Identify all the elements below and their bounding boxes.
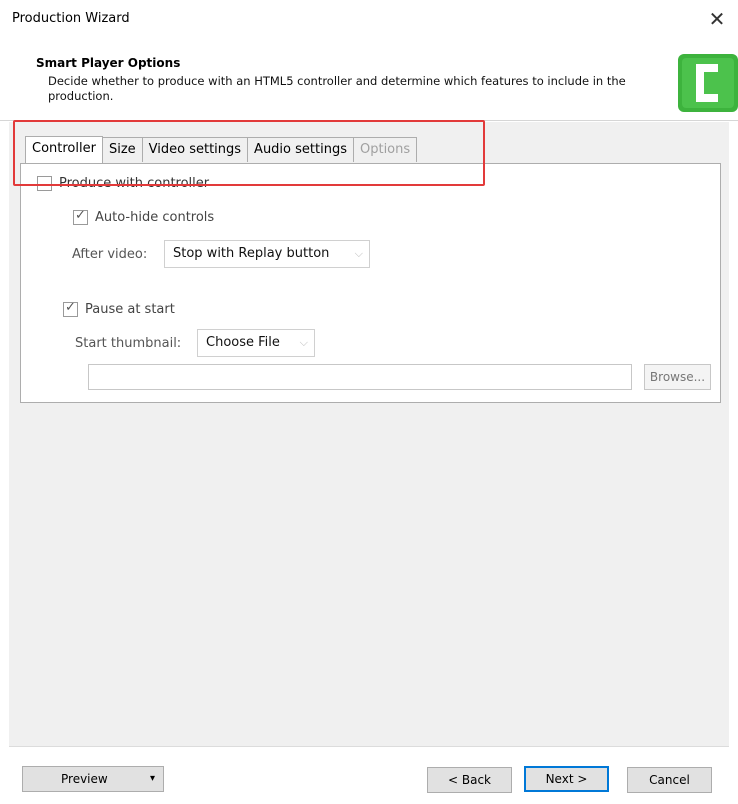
pause-at-start-row[interactable]: Pause at start [63,300,175,317]
page-description: Decide whether to produce with an HTML5 … [48,74,626,103]
footer-separator [9,746,729,747]
wizard-header: Smart Player Options Decide whether to p… [0,42,738,122]
window-title: Production Wizard [12,11,130,26]
close-icon[interactable]: ✕ [702,6,732,34]
start-thumbnail-value: Choose File [206,335,280,350]
start-thumbnail-dropdown[interactable]: Choose File ⌵ [197,329,315,357]
chevron-down-icon[interactable]: ▾ [150,767,155,791]
after-video-label: After video: [72,247,148,262]
chevron-down-icon: ⌵ [354,247,363,260]
after-video-value: Stop with Replay button [173,246,330,261]
back-button[interactable]: < Back [427,767,512,793]
start-thumbnail-label: Start thumbnail: [75,336,182,351]
chevron-down-icon: ⌵ [299,336,308,349]
auto-hide-checkbox[interactable] [73,208,88,225]
auto-hide-row[interactable]: Auto-hide controls [73,208,215,225]
cancel-button[interactable]: Cancel [627,767,712,793]
pause-at-start-label: Pause at start [85,302,175,317]
title-bar: Production Wizard ✕ [0,0,738,42]
camtasia-logo-icon [678,54,738,112]
auto-hide-label: Auto-hide controls [95,210,215,225]
preview-label: Preview [61,772,108,786]
browse-button[interactable]: Browse... [644,364,711,390]
after-video-dropdown[interactable]: Stop with Replay button ⌵ [164,240,370,268]
pause-at-start-checkbox[interactable] [63,300,78,317]
tab-highlight-annotation [13,120,485,186]
thumbnail-path-input[interactable] [88,364,632,390]
page-title: Smart Player Options [36,56,181,70]
preview-button[interactable]: Preview ▾ [22,766,164,792]
next-button[interactable]: Next > [524,766,609,792]
